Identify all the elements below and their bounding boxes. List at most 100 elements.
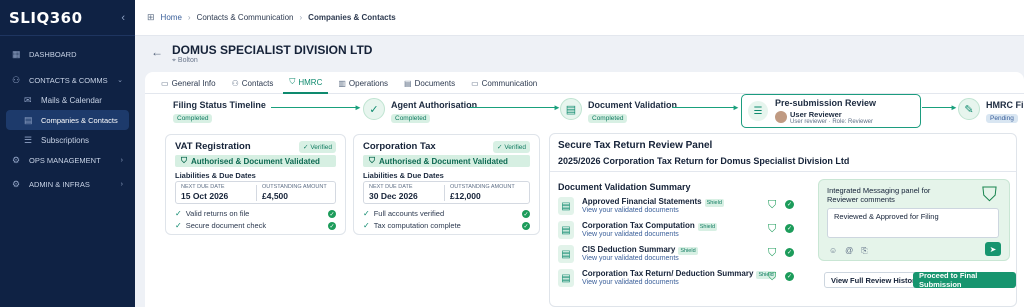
chat-icon: ▭ bbox=[471, 78, 479, 88]
tab-bar: ▭ General Info ⚇ Contacts ⛉ HMRC ▥ Operation… bbox=[145, 72, 1024, 94]
grid-icon: ▦ bbox=[12, 48, 21, 59]
step-pre-submission[interactable]: ☰ Pre-submission Review User Reviewer Us… bbox=[741, 94, 921, 128]
check-dot-icon: ✓ bbox=[785, 200, 794, 209]
connector-line bbox=[470, 107, 558, 108]
chevron-down-icon: ⌄ bbox=[117, 77, 123, 84]
tab-general-info[interactable]: ▭ General Info bbox=[155, 72, 222, 94]
back-arrow-icon[interactable]: ← bbox=[151, 45, 163, 59]
shield-icon: ⛉ bbox=[289, 77, 296, 86]
doc-link[interactable]: View your validated documents bbox=[582, 255, 679, 262]
doc-link[interactable]: View your validated documents bbox=[582, 279, 679, 286]
at-icon[interactable]: @ bbox=[845, 246, 853, 256]
check-item: ✓ Valid returns on file bbox=[175, 209, 250, 218]
messaging-panel: Integrated Messaging panel for Reviewer … bbox=[818, 179, 1010, 261]
pin-icon: ⌖ bbox=[172, 57, 176, 64]
comment-input[interactable]: Reviewed & Approved for Filing bbox=[827, 208, 999, 238]
user-icon: ⚇ bbox=[231, 78, 239, 88]
check-dot-icon: ✓ bbox=[328, 210, 336, 218]
shield-check-icon: ⛉ bbox=[982, 184, 997, 206]
main-content: ▭ General Info ⚇ Contacts ⛉ HMRC ▥ Operation… bbox=[145, 72, 1024, 307]
users-icon: ⚇ bbox=[12, 74, 21, 85]
breadcrumb-sep: › bbox=[187, 13, 191, 22]
arrow-icon: ► bbox=[950, 103, 958, 112]
shield-check-icon: ⛉ bbox=[768, 271, 777, 283]
edit-document-icon: ✎ bbox=[958, 98, 980, 120]
check-circle-icon: ✓ bbox=[175, 209, 182, 218]
check-item: ✓ Full accounts verified bbox=[363, 209, 445, 218]
nav-contacts-comms[interactable]: ⚇ CONTACTS & COMMS ⌄ bbox=[0, 70, 135, 90]
shield-check-icon: ⛉ bbox=[181, 156, 187, 165]
emoji-icon[interactable]: ☺ bbox=[829, 246, 837, 256]
check-dot-icon: ✓ bbox=[328, 222, 336, 230]
document-icon: ▤ bbox=[558, 269, 574, 287]
doc-row: ▤ Corporation Tax Computation Shield View… bbox=[558, 220, 808, 242]
nav-mails[interactable]: ✉ Mails & Calendar bbox=[0, 90, 135, 110]
document-check-icon: ▤ bbox=[560, 98, 582, 120]
verified-badge: ✓ Verified bbox=[299, 141, 336, 153]
check-circle-icon: ✓ bbox=[175, 221, 182, 230]
tab-hmrc[interactable]: ⛉ HMRC bbox=[283, 72, 329, 94]
nav-companies[interactable]: ▤ Companies & Contacts bbox=[6, 110, 129, 130]
nav-dashboard[interactable]: ▦ DASHBOARD bbox=[0, 44, 135, 64]
car-icon: ▭ bbox=[161, 78, 169, 88]
tab-contacts[interactable]: ⚇ Contacts bbox=[226, 72, 280, 94]
list-icon: ☰ bbox=[24, 134, 33, 145]
check-dot-icon: ✓ bbox=[522, 210, 530, 218]
check-dot-icon: ✓ bbox=[785, 224, 794, 233]
doc-row: ▤ CIS Deduction Summary Shield View your … bbox=[558, 244, 808, 266]
attach-icon[interactable]: ⎘ bbox=[861, 246, 867, 256]
message-tools: ☺ @ ⎘ bbox=[829, 246, 868, 256]
check-item: ✓ Tax computation complete bbox=[363, 221, 461, 230]
company-header: ← DOMUS SPECIALIST DIVISION LTD ⌖ Bolton bbox=[135, 36, 1024, 72]
building-icon: ▥ bbox=[338, 78, 346, 88]
shield-check-icon: ⛉ bbox=[768, 199, 777, 211]
completed-badge: Completed bbox=[173, 114, 213, 123]
tab-communication[interactable]: ▭ Communication bbox=[465, 72, 543, 94]
check-dot-icon: ✓ bbox=[522, 222, 530, 230]
breadcrumb-page: Companies & Contacts bbox=[308, 13, 396, 22]
breadcrumb-section[interactable]: Contacts & Communication bbox=[197, 13, 294, 22]
divider bbox=[256, 185, 257, 201]
tab-operations[interactable]: ▥ Operations bbox=[332, 72, 394, 94]
mail-icon: ✉ bbox=[24, 94, 32, 105]
completed-badge: Completed bbox=[588, 114, 628, 123]
building-icon: ▤ bbox=[24, 114, 33, 125]
doc-row: ▤ Approved Financial Statements Shield Vi… bbox=[558, 196, 808, 218]
arrow-icon: ► bbox=[732, 103, 740, 112]
logo: SLIQ360 bbox=[9, 8, 83, 27]
nav-subscriptions[interactable]: ☰ Subscriptions bbox=[0, 130, 135, 150]
chevron-left-icon[interactable]: ‹ bbox=[121, 12, 125, 24]
avatar bbox=[775, 111, 787, 123]
doc-link[interactable]: View your validated documents bbox=[582, 231, 679, 238]
nav-admin[interactable]: ⚙ ADMIN & INFRAS › bbox=[0, 174, 135, 194]
breadcrumb: ⊞ Home › Contacts & Communication › Comp… bbox=[135, 0, 1024, 36]
logo-row: SLIQ360 ‹ bbox=[0, 0, 135, 36]
document-icon: ▤ bbox=[558, 197, 574, 215]
doc-link[interactable]: View your validated documents bbox=[582, 207, 679, 214]
document-icon: ▤ bbox=[404, 78, 412, 88]
due-box: NEXT DUE DATE 30 Dec 2026 OUTSTANDING AM… bbox=[363, 181, 530, 204]
view-history-button[interactable]: View Full Review History bbox=[824, 272, 927, 288]
doc-validation-summary: Document Validation Summary ▤ Approved F… bbox=[550, 172, 815, 307]
auth-banner: ⛉ Authorised & Document Validated bbox=[363, 155, 530, 167]
divider bbox=[444, 185, 445, 201]
shield-check-icon: ⛉ bbox=[768, 223, 777, 235]
proceed-submission-button[interactable]: Proceed to Final Submission bbox=[913, 271, 1016, 289]
grid-icon: ⊞ bbox=[147, 12, 155, 22]
sidebar: SLIQ360 ‹ ▦ DASHBOARD ⚇ CONTACTS & COMMS ⌄ … bbox=[0, 0, 135, 307]
review-panel: Secure Tax Return Review Panel 2025/2026… bbox=[549, 133, 1017, 307]
shield-badge: Shield bbox=[697, 223, 718, 231]
gear-icon: ⚙ bbox=[12, 178, 21, 189]
breadcrumb-home[interactable]: Home bbox=[161, 13, 182, 22]
document-icon: ▤ bbox=[558, 245, 574, 263]
nav-ops[interactable]: ⚙ OPS MANAGEMENT › bbox=[0, 150, 135, 170]
tab-documents[interactable]: ▤ Documents bbox=[398, 72, 461, 94]
connector-line bbox=[271, 107, 359, 108]
check-dot-icon: ✓ bbox=[785, 272, 794, 281]
send-button[interactable]: ➤ bbox=[985, 242, 1001, 256]
document-icon: ▤ bbox=[558, 221, 574, 239]
auth-banner: ⛉ Authorised & Document Validated bbox=[175, 155, 336, 167]
shield-check-icon: ✓ bbox=[363, 98, 385, 120]
reviewer-name: User Reviewer bbox=[790, 110, 842, 119]
arrow-icon: ► bbox=[354, 103, 362, 112]
